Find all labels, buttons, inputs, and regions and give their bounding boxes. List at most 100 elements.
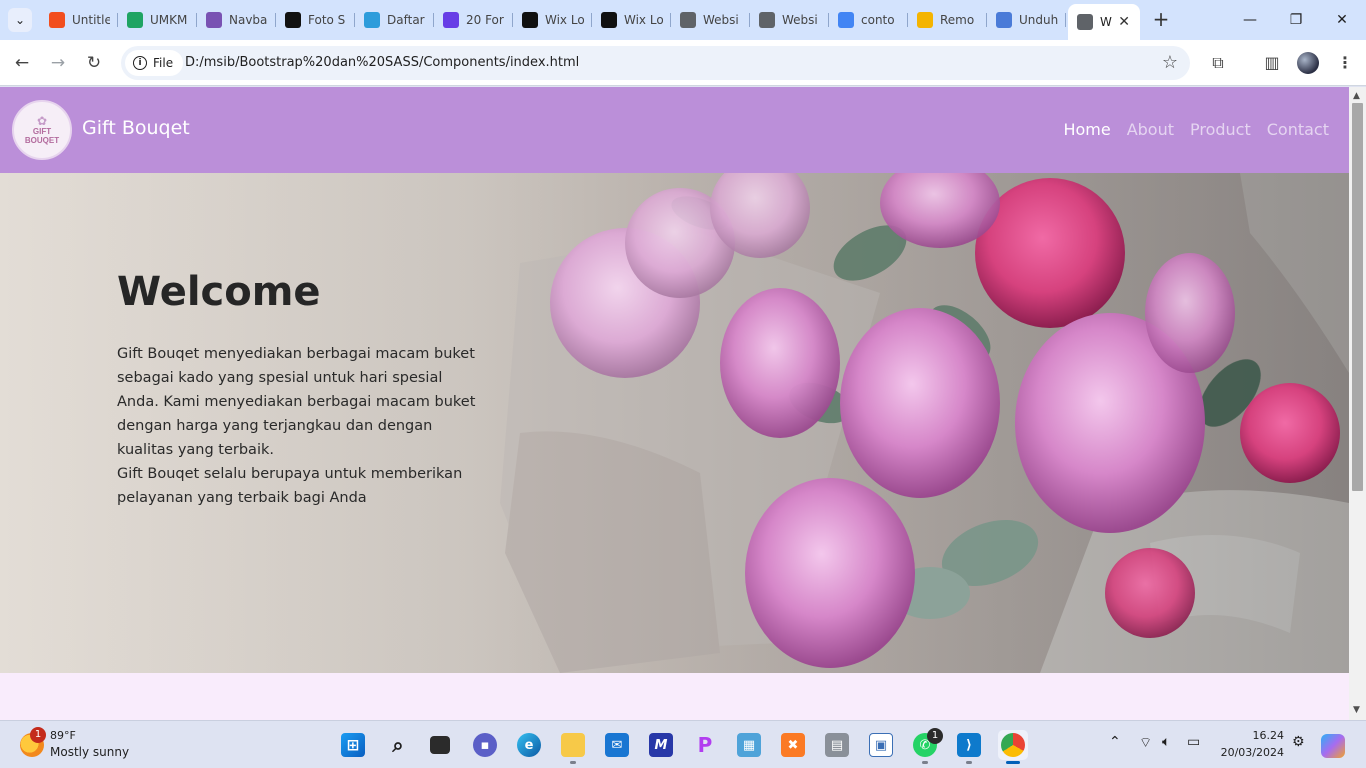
battery-icon[interactable]: ▭ bbox=[1187, 734, 1200, 750]
tab-strip: ⌄ Untitle UMKM Navba Foto S Daftar 20 For Wix … bbox=[0, 0, 1366, 40]
control-panel-button[interactable]: ▦ bbox=[734, 730, 764, 760]
menu-kebab-icon[interactable]: ⋮ bbox=[1334, 52, 1356, 74]
nav-link-home[interactable]: Home bbox=[1063, 120, 1110, 139]
copilot-button[interactable] bbox=[1318, 731, 1348, 761]
reload-button[interactable]: ↻ bbox=[82, 51, 106, 75]
windows-logo-icon: ⊞ bbox=[341, 733, 365, 757]
pen-app-icon: M bbox=[649, 733, 673, 757]
site-logo[interactable]: ✿ GIFT BOUQET bbox=[12, 100, 72, 160]
vscode-button[interactable]: ⟩ bbox=[954, 730, 984, 764]
search-icon: ⌕ bbox=[392, 733, 404, 757]
browser-tab[interactable]: Websi bbox=[671, 6, 750, 34]
nav-link-about[interactable]: About bbox=[1127, 120, 1174, 139]
volume-icon[interactable]: 🔈︎ bbox=[1162, 734, 1170, 750]
clock-time[interactable]: 16.24 bbox=[1240, 729, 1285, 742]
tab-title: Untitle bbox=[72, 13, 110, 27]
page-viewport: ✿ GIFT BOUQET Gift Bouqet Home About Pro… bbox=[0, 87, 1349, 720]
browser-tab[interactable]: Daftar bbox=[355, 6, 434, 34]
tab-title: Wix Lo bbox=[624, 13, 663, 27]
back-button[interactable]: ← bbox=[10, 51, 34, 75]
address-bar[interactable]: i File D:/msib/Bootstrap%20dan%20SASS/Co… bbox=[121, 46, 1190, 80]
close-window-button[interactable]: ✕ bbox=[1332, 10, 1352, 30]
bouquet-icon: ✿ bbox=[36, 114, 48, 128]
picsart-icon: P bbox=[697, 733, 713, 757]
tab-search-button[interactable]: ⌄ bbox=[8, 8, 32, 32]
new-tab-button[interactable]: + bbox=[1150, 9, 1172, 31]
browser-tab[interactable]: Wix Lo bbox=[592, 6, 671, 34]
tab-title: Daftar bbox=[387, 13, 425, 27]
hostinger-icon bbox=[443, 12, 459, 28]
browser-tab[interactable]: UMKM bbox=[118, 6, 197, 34]
app-button-3[interactable]: ▣ bbox=[866, 730, 896, 760]
nav-link-product[interactable]: Product bbox=[1190, 120, 1251, 139]
browser-tab[interactable]: Wix Lo bbox=[513, 6, 592, 34]
site-info-label: File bbox=[153, 56, 174, 70]
site-info-chip[interactable]: i File bbox=[125, 50, 184, 76]
app-button-1[interactable]: M bbox=[646, 730, 676, 760]
tab-title: Websi bbox=[703, 13, 739, 27]
app-button-2[interactable]: ▤ bbox=[822, 730, 852, 760]
mail-icon: ✉ bbox=[605, 733, 629, 757]
mail-button[interactable]: ✉ bbox=[602, 730, 632, 760]
globe-icon bbox=[680, 12, 696, 28]
task-view-icon bbox=[430, 736, 450, 754]
browser-toolbar: ← → ↻ i File D:/msib/Bootstrap%20dan%20S… bbox=[0, 40, 1366, 86]
task-view-button[interactable] bbox=[425, 730, 455, 760]
scrollbar-thumb[interactable] bbox=[1352, 103, 1363, 491]
browser-tab[interactable]: Websi bbox=[750, 6, 829, 34]
close-tab-icon[interactable]: ✕ bbox=[1118, 14, 1130, 30]
profile-avatar[interactable] bbox=[1297, 52, 1319, 74]
edge-button[interactable]: e bbox=[514, 730, 544, 760]
side-panel-icon[interactable]: ▥ bbox=[1261, 52, 1283, 74]
settings-gear-icon[interactable]: ⚙ bbox=[1292, 734, 1305, 750]
teams-icon: ▪ bbox=[473, 733, 497, 757]
google-icon bbox=[838, 12, 854, 28]
picsart-button[interactable]: P bbox=[690, 730, 720, 760]
taskbar-search-button[interactable]: ⌕ bbox=[383, 730, 413, 760]
hero-section: Welcome Gift Bouqet menyediakan berbagai… bbox=[0, 173, 1349, 673]
show-hidden-icons-chevron-icon[interactable]: ⌃ bbox=[1109, 734, 1121, 750]
hero-description: Gift Bouqet menyediakan berbagai macam b… bbox=[117, 342, 477, 510]
brand-name[interactable]: Gift Bouqet bbox=[82, 117, 190, 139]
weather-badge: 1 bbox=[30, 727, 46, 743]
heart-icon bbox=[996, 12, 1012, 28]
bookmark-star-icon[interactable]: ☆ bbox=[1162, 52, 1178, 73]
url-text[interactable]: D:/msib/Bootstrap%20dan%20SASS/Component… bbox=[185, 55, 579, 70]
hero-paragraph-1: Gift Bouqet menyediakan berbagai macam b… bbox=[117, 346, 476, 458]
daftar-icon bbox=[364, 12, 380, 28]
forward-button[interactable]: → bbox=[46, 51, 70, 75]
running-indicator bbox=[570, 761, 576, 764]
xampp-button[interactable]: ✖ bbox=[778, 730, 808, 760]
wifi-icon[interactable]: ⌔ bbox=[1139, 734, 1152, 752]
browser-tab[interactable]: 20 For bbox=[434, 6, 513, 34]
scroll-down-arrow-icon[interactable]: ▼ bbox=[1353, 705, 1360, 715]
weather-description[interactable]: Mostly sunny bbox=[50, 745, 129, 759]
browser-tab[interactable]: W ✕ bbox=[1068, 4, 1140, 40]
browser-tab[interactable]: Navba bbox=[197, 6, 276, 34]
nav-link-contact[interactable]: Contact bbox=[1267, 120, 1329, 139]
tab-title: Navba bbox=[229, 13, 268, 27]
browser-tab[interactable]: Unduh bbox=[987, 6, 1066, 34]
logo-text-line1: GIFT bbox=[32, 127, 52, 136]
page-scrollbar[interactable]: ▲ ▼ bbox=[1349, 87, 1366, 720]
scroll-up-arrow-icon[interactable]: ▲ bbox=[1353, 91, 1360, 101]
remove-icon bbox=[917, 12, 933, 28]
weather-temperature[interactable]: 89°F bbox=[50, 729, 76, 742]
chrome-button[interactable] bbox=[998, 730, 1028, 764]
minimize-button[interactable]: — bbox=[1240, 10, 1260, 30]
browser-tab[interactable]: conto bbox=[829, 6, 908, 34]
browser-tab[interactable]: Foto S bbox=[276, 6, 355, 34]
file-explorer-button[interactable] bbox=[558, 730, 588, 764]
teams-chat-button[interactable]: ▪ bbox=[470, 730, 500, 760]
tab-title: 20 For bbox=[466, 13, 504, 27]
extensions-puzzle-icon[interactable]: ⧉ bbox=[1207, 52, 1229, 74]
restore-button[interactable]: ❐ bbox=[1286, 10, 1306, 30]
browser-tab[interactable]: Remo bbox=[908, 6, 987, 34]
browser-tab[interactable]: Untitle bbox=[40, 6, 118, 34]
wix-icon bbox=[601, 12, 617, 28]
globe-icon bbox=[1077, 14, 1093, 30]
clock-date[interactable]: 20/03/2024 bbox=[1218, 746, 1284, 759]
tab-title: Wix Lo bbox=[545, 13, 584, 27]
folder-icon bbox=[561, 733, 585, 757]
start-button[interactable]: ⊞ bbox=[338, 730, 368, 760]
